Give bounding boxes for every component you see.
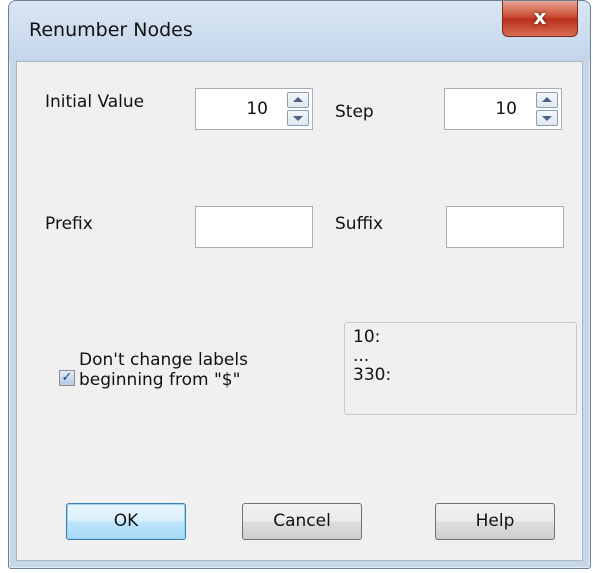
- preview-line: 10:: [353, 327, 381, 347]
- initial-value-increment-button[interactable]: [287, 92, 309, 108]
- preview-box: 10: ... 330:: [344, 322, 577, 415]
- preview-line: ...: [353, 346, 370, 366]
- initial-value-input[interactable]: 10: [246, 99, 268, 119]
- dialog-body: Initial Value 10 Step 10 Prefix Suffix ✓…: [16, 61, 583, 561]
- step-increment-button[interactable]: [536, 92, 558, 108]
- initial-value-decrement-button[interactable]: [287, 110, 309, 126]
- close-button[interactable]: x: [502, 1, 578, 37]
- step-spin-buttons: [536, 92, 558, 126]
- cancel-button[interactable]: Cancel: [242, 503, 362, 540]
- initial-value-spinner[interactable]: 10: [195, 88, 313, 130]
- dialog-title: Renumber Nodes: [29, 19, 193, 41]
- arrow-down-icon: [293, 116, 303, 121]
- step-decrement-button[interactable]: [536, 110, 558, 126]
- help-button[interactable]: Help: [435, 503, 555, 540]
- dont-change-labels-text-line2[interactable]: beginning from "$": [79, 370, 240, 390]
- dont-change-labels-checkbox[interactable]: ✓: [59, 370, 75, 386]
- arrow-up-icon: [293, 97, 303, 102]
- initial-value-label: Initial Value: [45, 92, 145, 112]
- checkmark-icon: ✓: [61, 370, 73, 385]
- dialog-window: Renumber Nodes x Initial Value 10 Step 1…: [8, 0, 591, 569]
- step-input[interactable]: 10: [495, 99, 517, 119]
- ok-button[interactable]: OK: [66, 503, 186, 540]
- prefix-input[interactable]: [195, 206, 313, 248]
- arrow-up-icon: [542, 97, 552, 102]
- arrow-down-icon: [542, 116, 552, 121]
- title-bar[interactable]: Renumber Nodes x: [9, 1, 590, 61]
- dont-change-labels-text-line1[interactable]: Don't change labels: [79, 350, 248, 370]
- close-icon: x: [533, 5, 547, 29]
- initial-value-spin-buttons: [287, 92, 309, 126]
- preview-line: 330:: [353, 365, 392, 385]
- prefix-label: Prefix: [45, 214, 93, 234]
- suffix-label: Suffix: [335, 214, 384, 234]
- step-label: Step: [335, 102, 374, 122]
- step-spinner[interactable]: 10: [444, 88, 562, 130]
- suffix-input[interactable]: [446, 206, 564, 248]
